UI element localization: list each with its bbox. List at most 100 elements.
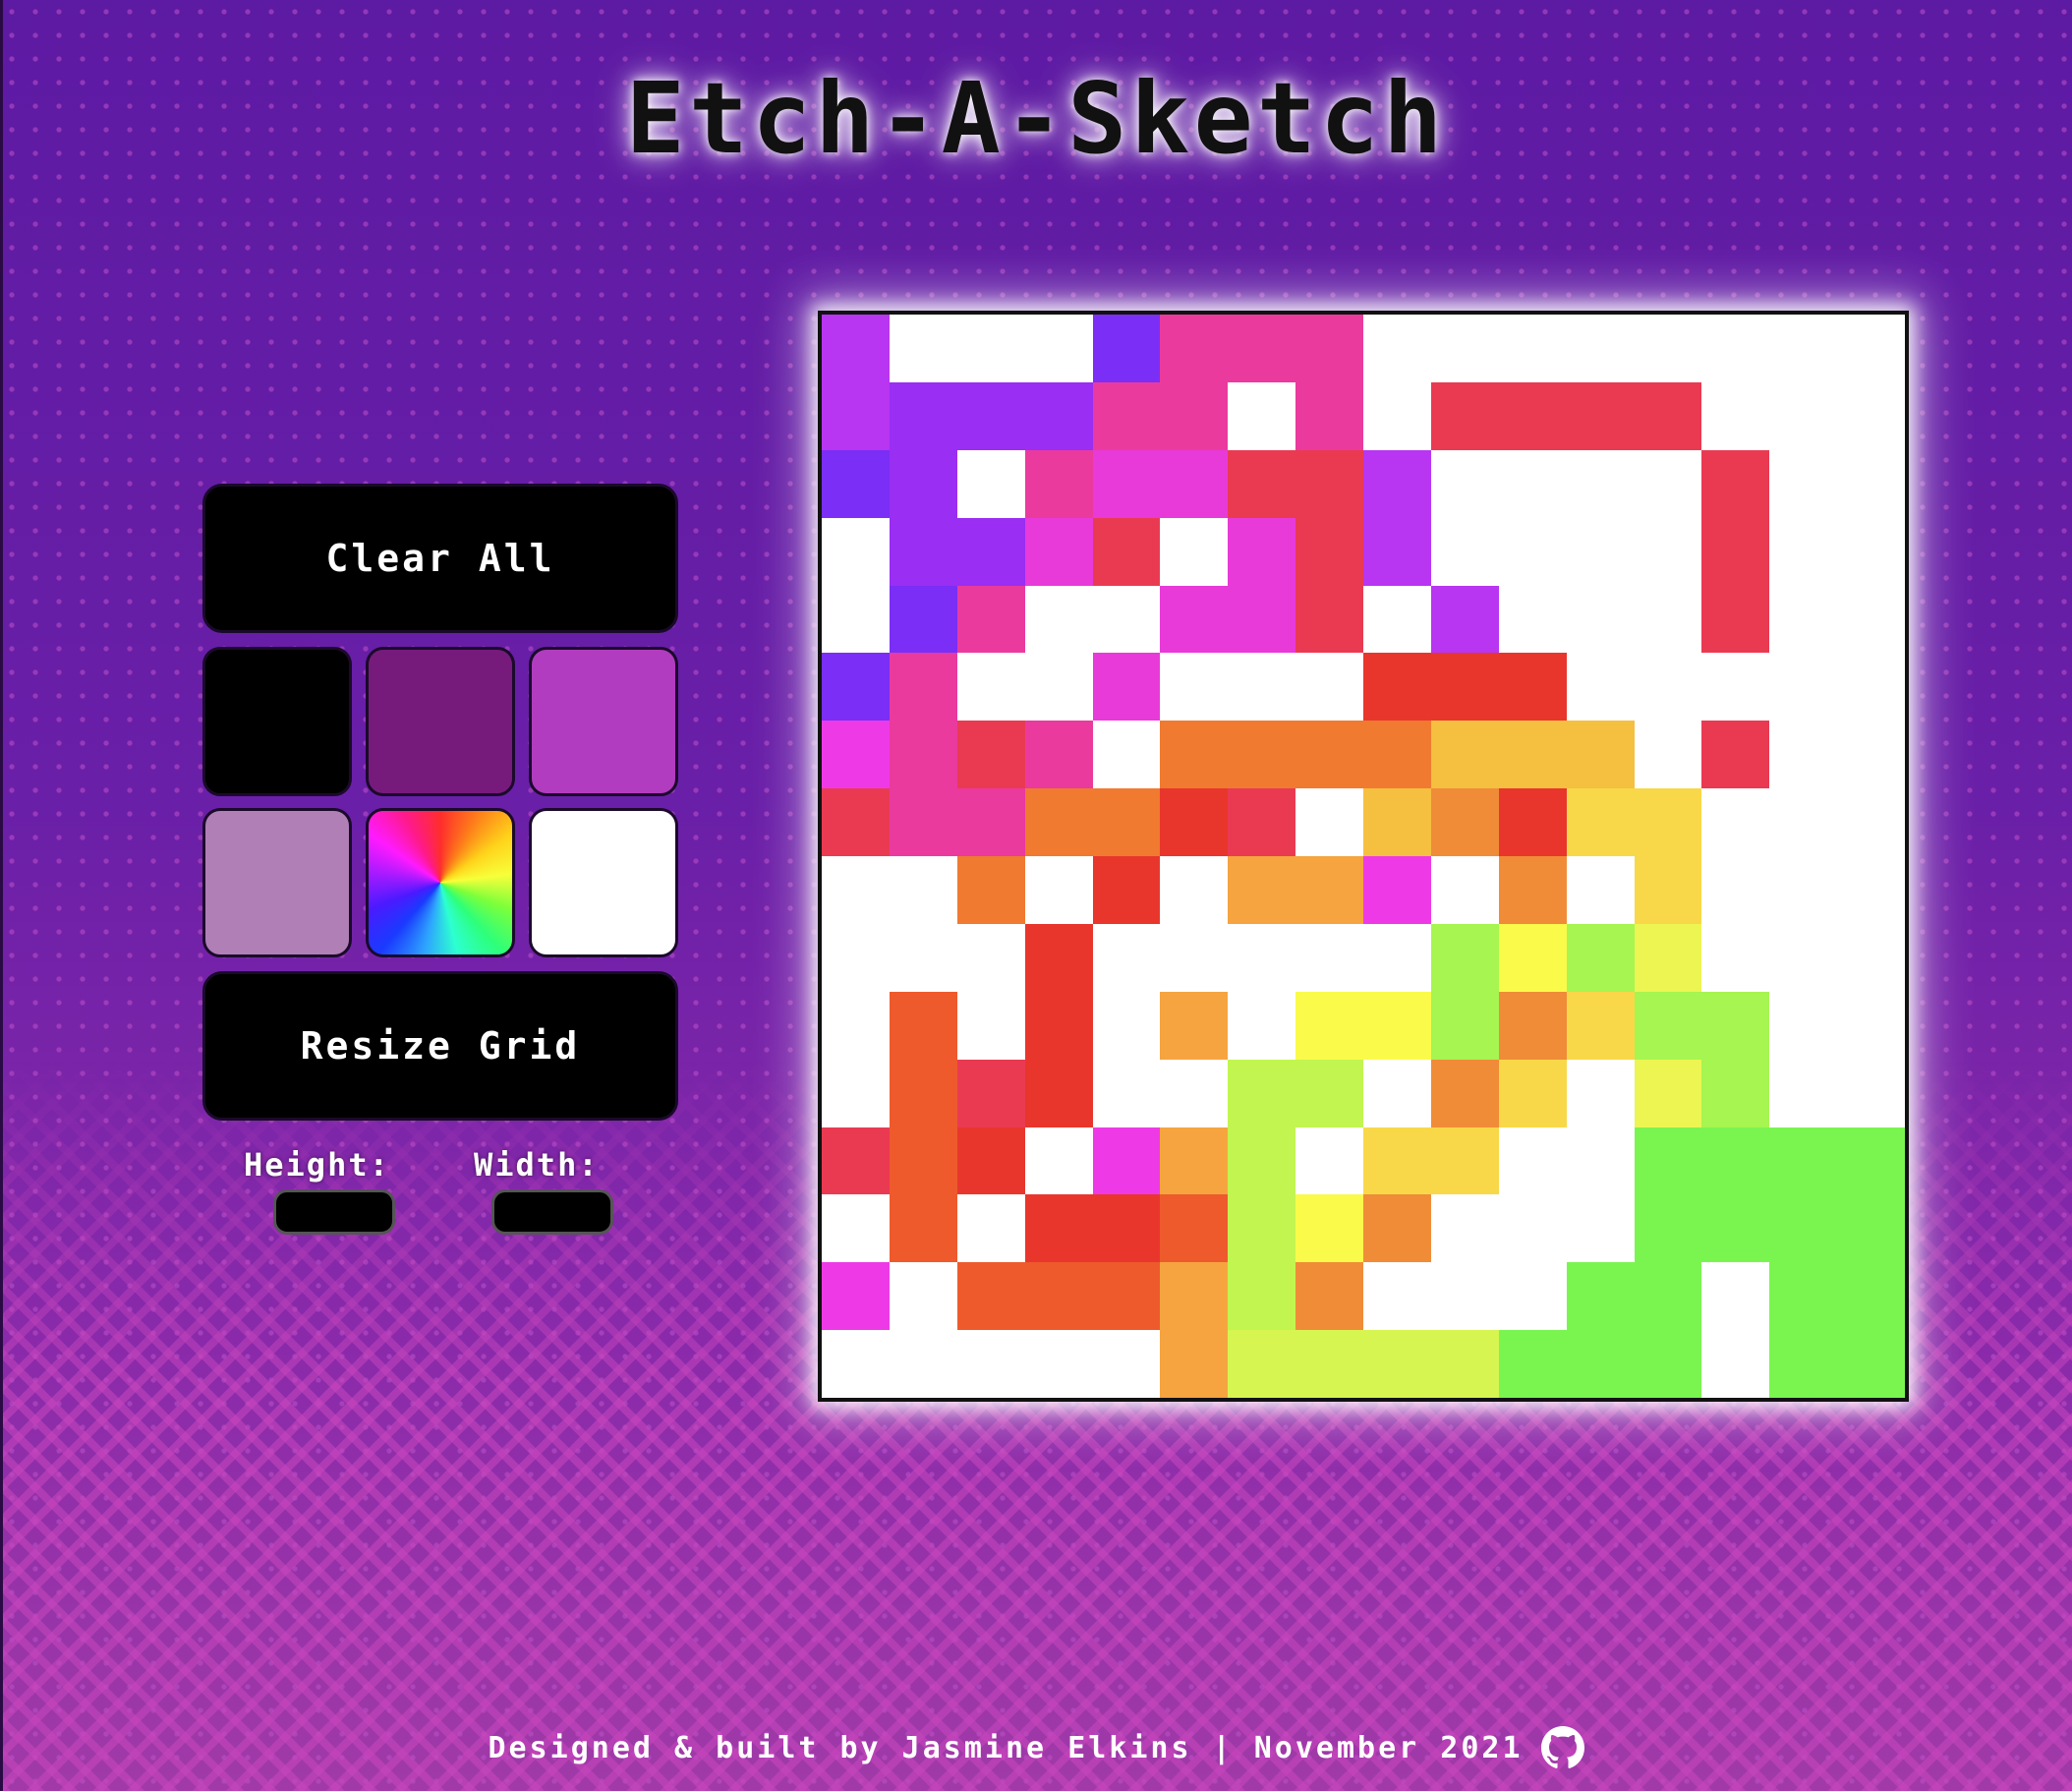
grid-cell[interactable]: [1769, 1194, 1838, 1263]
grid-cell[interactable]: [956, 1330, 1025, 1398]
grid-cell[interactable]: [1769, 653, 1838, 722]
grid-cell[interactable]: [956, 923, 1025, 992]
grid-cell[interactable]: [1566, 1059, 1635, 1127]
grid-cell[interactable]: [1295, 1127, 1363, 1195]
grid-cell[interactable]: [956, 653, 1025, 722]
grid-cell[interactable]: [1228, 585, 1296, 654]
grid-cell[interactable]: [1769, 1262, 1838, 1331]
grid-cell[interactable]: [1498, 1330, 1567, 1398]
grid-cell[interactable]: [1701, 1262, 1770, 1331]
grid-cell[interactable]: [1566, 315, 1635, 382]
grid-cell[interactable]: [1160, 856, 1229, 924]
grid-cell[interactable]: [1160, 653, 1229, 722]
grid-cell[interactable]: [1430, 1127, 1499, 1195]
grid-cell[interactable]: [1228, 991, 1296, 1060]
grid-cell[interactable]: [1566, 449, 1635, 518]
grid-cell[interactable]: [822, 449, 890, 518]
grid-cell[interactable]: [956, 1262, 1025, 1331]
grid-cell[interactable]: [956, 721, 1025, 789]
grid-cell[interactable]: [956, 1059, 1025, 1127]
grid-cell[interactable]: [1295, 991, 1363, 1060]
grid-cell[interactable]: [889, 923, 957, 992]
grid-cell[interactable]: [822, 923, 890, 992]
grid-cell[interactable]: [1228, 721, 1296, 789]
grid-cell[interactable]: [1701, 856, 1770, 924]
grid-cell[interactable]: [1498, 991, 1567, 1060]
grid-cell[interactable]: [1228, 1330, 1296, 1398]
grid-cell[interactable]: [1498, 1059, 1567, 1127]
grid-cell[interactable]: [1837, 449, 1905, 518]
grid-cell[interactable]: [1430, 653, 1499, 722]
grid-cell[interactable]: [1160, 1330, 1229, 1398]
grid-cell[interactable]: [956, 1127, 1025, 1195]
grid-cell[interactable]: [1701, 923, 1770, 992]
grid-cell[interactable]: [1498, 856, 1567, 924]
grid-cell[interactable]: [1160, 1059, 1229, 1127]
grid-cell[interactable]: [956, 449, 1025, 518]
grid-cell[interactable]: [1701, 585, 1770, 654]
grid-cell[interactable]: [1363, 517, 1431, 586]
grid-cell[interactable]: [1566, 1127, 1635, 1195]
grid-cell[interactable]: [1092, 788, 1161, 856]
grid-cell[interactable]: [1701, 517, 1770, 586]
resize-grid-button[interactable]: Resize Grid: [202, 971, 678, 1121]
grid-cell[interactable]: [1363, 923, 1431, 992]
github-icon[interactable]: [1540, 1726, 1584, 1769]
grid-cell[interactable]: [1160, 517, 1229, 586]
grid-cell[interactable]: [1837, 653, 1905, 722]
height-input[interactable]: [273, 1189, 395, 1235]
grid-cell[interactable]: [1228, 1194, 1296, 1263]
grid-cell[interactable]: [1430, 1262, 1499, 1331]
grid-cell[interactable]: [1160, 788, 1229, 856]
grid-cell[interactable]: [1160, 381, 1229, 450]
grid-cell[interactable]: [1769, 788, 1838, 856]
grid-cell[interactable]: [1363, 1059, 1431, 1127]
grid-cell[interactable]: [1634, 1330, 1702, 1398]
grid-cell[interactable]: [1634, 856, 1702, 924]
clear-all-button[interactable]: Clear All: [202, 484, 678, 633]
grid-cell[interactable]: [1092, 585, 1161, 654]
grid-cell[interactable]: [822, 788, 890, 856]
grid-cell[interactable]: [822, 1059, 890, 1127]
grid-cell[interactable]: [1498, 315, 1567, 382]
grid-cell[interactable]: [1092, 991, 1161, 1060]
grid-cell[interactable]: [1634, 1262, 1702, 1331]
grid-cell[interactable]: [1024, 721, 1093, 789]
grid-cell[interactable]: [1498, 381, 1567, 450]
grid-cell[interactable]: [1024, 315, 1093, 382]
grid-cell[interactable]: [1160, 721, 1229, 789]
grid-cell[interactable]: [1430, 315, 1499, 382]
grid-cell[interactable]: [1430, 923, 1499, 992]
grid-cell[interactable]: [1701, 991, 1770, 1060]
grid-cell[interactable]: [1092, 923, 1161, 992]
grid-cell[interactable]: [889, 315, 957, 382]
grid-cell[interactable]: [1634, 1127, 1702, 1195]
grid-cell[interactable]: [1295, 449, 1363, 518]
grid-cell[interactable]: [1228, 1059, 1296, 1127]
grid-cell[interactable]: [1024, 923, 1093, 992]
grid-cell[interactable]: [1837, 856, 1905, 924]
grid-cell[interactable]: [1228, 381, 1296, 450]
grid-cell[interactable]: [1769, 721, 1838, 789]
grid-cell[interactable]: [1092, 1330, 1161, 1398]
grid-cell[interactable]: [1228, 1127, 1296, 1195]
grid-cell[interactable]: [822, 1330, 890, 1398]
grid-cell[interactable]: [1228, 517, 1296, 586]
grid-cell[interactable]: [822, 991, 890, 1060]
grid-cell[interactable]: [1498, 788, 1567, 856]
grid-cell[interactable]: [1769, 1127, 1838, 1195]
grid-cell[interactable]: [1634, 381, 1702, 450]
grid-cell[interactable]: [1092, 1262, 1161, 1331]
swatch-plum[interactable]: [366, 647, 515, 796]
grid-cell[interactable]: [1566, 381, 1635, 450]
grid-cell[interactable]: [1498, 923, 1567, 992]
sketch-grid[interactable]: [822, 315, 1905, 1398]
grid-cell[interactable]: [1295, 653, 1363, 722]
grid-cell[interactable]: [1498, 449, 1567, 518]
grid-cell[interactable]: [1769, 381, 1838, 450]
grid-cell[interactable]: [822, 721, 890, 789]
grid-cell[interactable]: [1363, 1194, 1431, 1263]
grid-cell[interactable]: [1024, 653, 1093, 722]
grid-cell[interactable]: [889, 991, 957, 1060]
grid-cell[interactable]: [956, 315, 1025, 382]
